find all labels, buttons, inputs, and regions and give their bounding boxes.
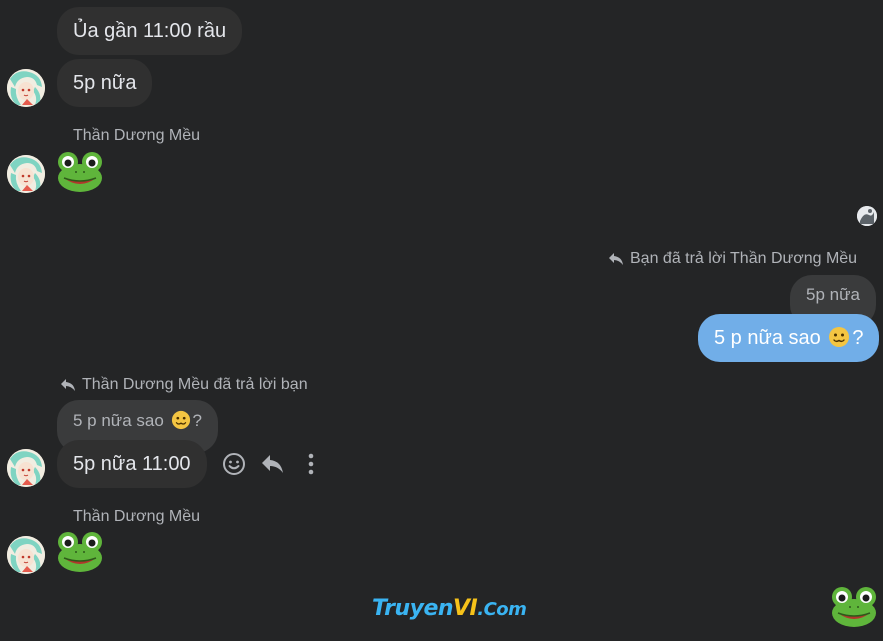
reply-icon	[608, 252, 624, 266]
reply-note-text: Thần Dương Mều đã trả lời bạn	[82, 376, 308, 393]
more-vertical-icon[interactable]	[297, 450, 325, 478]
message-bubble[interactable]: Ủa gần 11:00 rầu	[57, 7, 243, 55]
reply-note-text: Bạn đã trả lời Thần Dương Mều	[630, 250, 858, 267]
my-message-bubble[interactable]: 5 p nữa sao ?	[698, 314, 880, 362]
frog-emoji-icon[interactable]	[56, 150, 104, 194]
avatar[interactable]	[7, 536, 45, 574]
react-smiley-icon[interactable]	[220, 450, 248, 478]
avatar[interactable]	[7, 155, 45, 193]
quoted-text: 5 p nữa sao	[73, 411, 164, 430]
avatar[interactable]	[7, 449, 45, 487]
message-text: Ủa gần 11:00 rầu	[73, 20, 227, 42]
watermark-logo: TruyenVI.Com	[372, 596, 527, 621]
message-text: 5p nữa 11:00	[73, 453, 191, 475]
reply-note: Bạn đã trả lời Thần Dương Mều	[608, 250, 857, 268]
message-suffix: ?	[852, 327, 864, 349]
message-text: 5p nữa	[73, 72, 137, 94]
frog-emoji-icon[interactable]	[56, 530, 104, 574]
message-bubble[interactable]: 5p nữa 11:00	[57, 440, 207, 488]
woozy-face-emoji-icon	[171, 410, 191, 430]
avatar[interactable]	[7, 69, 45, 107]
message-bubble[interactable]: 5p nữa	[57, 59, 153, 107]
sender-name: Thần Dương Mều	[73, 127, 201, 144]
reply-note: Thần Dương Mều đã trả lời bạn	[60, 376, 308, 394]
reply-icon	[60, 378, 76, 392]
sender-name: Thần Dương Mều	[73, 508, 201, 525]
seen-indicator-avatar	[857, 206, 877, 226]
frog-emoji-icon[interactable]	[830, 585, 878, 629]
message-text: 5 p nữa sao	[714, 327, 821, 349]
quoted-text: 5p nữa	[806, 285, 860, 304]
quoted-suffix: ?	[192, 411, 202, 430]
reply-icon[interactable]	[258, 450, 286, 478]
woozy-face-emoji-icon	[828, 326, 850, 348]
